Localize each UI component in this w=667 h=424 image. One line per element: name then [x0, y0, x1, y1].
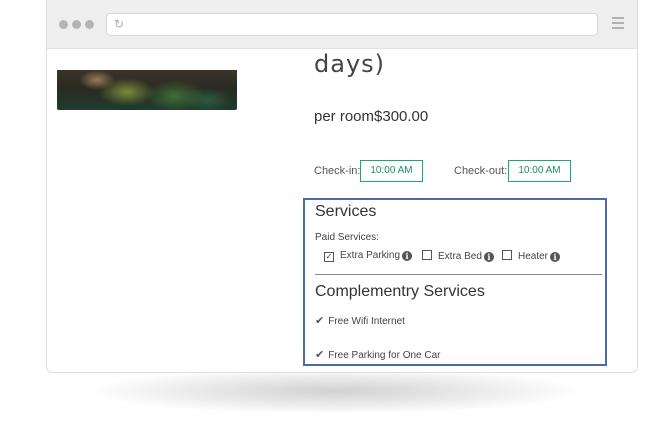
hamburger-icon[interactable]: [612, 17, 624, 32]
list-item: ✔ Free Wifi Internet: [315, 314, 405, 327]
check-in-label: Check-in:: [314, 165, 361, 177]
option-heater[interactable]: Heater i: [502, 250, 561, 262]
browser-window: ↻ days) per room$300.00 Check-in: 10:00 …: [46, 0, 638, 373]
browser-toolbar: ↻: [47, 0, 637, 49]
checkbox-icon[interactable]: [502, 250, 512, 260]
check-icon: ✔: [315, 349, 325, 361]
complementary-title: Complementry Services: [315, 283, 485, 300]
room-photo: [57, 70, 237, 110]
info-icon[interactable]: i: [483, 252, 494, 262]
option-label: Heater: [518, 251, 549, 262]
room-title-fragment: days): [314, 50, 386, 78]
check-in-time[interactable]: 10:00 AM: [360, 160, 423, 182]
list-item: ✔ Free Parking for One Car: [315, 348, 440, 361]
paid-services-label: Paid Services:: [315, 232, 379, 243]
services-panel: Services Paid Services: ✓ Extra Parking i …: [303, 198, 607, 366]
services-title: Services: [315, 203, 377, 220]
browser-shadow: [90, 368, 580, 414]
window-dot-2: [72, 20, 81, 29]
option-label: Extra Parking: [340, 250, 401, 261]
services-divider: [315, 274, 602, 275]
info-icon[interactable]: i: [550, 252, 561, 262]
address-bar[interactable]: ↻: [106, 13, 598, 36]
check-icon: ✔: [315, 315, 325, 327]
info-icon[interactable]: i: [402, 251, 413, 261]
option-extra-bed[interactable]: Extra Bed i: [422, 250, 494, 262]
window-dot-3: [85, 20, 94, 29]
check-out-time[interactable]: 10:00 AM: [508, 160, 571, 182]
list-item-label: Free Parking for One Car: [328, 350, 441, 361]
reload-icon[interactable]: ↻: [114, 17, 124, 32]
window-dot-1: [59, 20, 68, 29]
option-extra-parking[interactable]: ✓ Extra Parking i: [324, 250, 413, 262]
page-content: days) per room$300.00 Check-in: 10:00 AM…: [47, 49, 637, 372]
room-price: per room$300.00: [314, 108, 429, 125]
checkbox-icon[interactable]: [422, 250, 432, 260]
list-item-label: Free Wifi Internet: [328, 316, 405, 327]
check-out-label: Check-out:: [454, 165, 508, 177]
checkbox-checked-icon[interactable]: ✓: [324, 252, 334, 262]
option-label: Extra Bed: [438, 251, 482, 262]
